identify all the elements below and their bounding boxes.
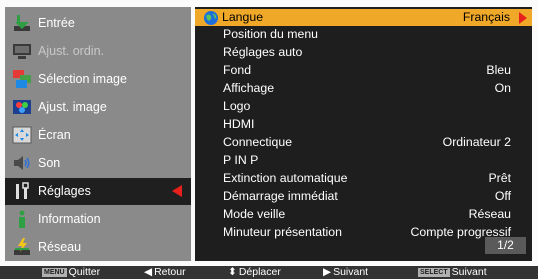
sidebar-item-information[interactable]: Information bbox=[5, 206, 191, 233]
menu-row-label: Minuteur présentation bbox=[223, 225, 342, 239]
menu-row-label: Logo bbox=[223, 99, 251, 113]
menu-row-value: Prêt bbox=[488, 171, 511, 185]
sidebar-item-ajust-ordin[interactable]: Ajust. ordin. bbox=[5, 38, 191, 65]
up-down-arrow-icon: ⬍ bbox=[228, 266, 237, 278]
menu-row-reglages-auto[interactable]: Réglages auto bbox=[195, 44, 532, 61]
select-key-icon: SELECT bbox=[418, 268, 450, 277]
menu-row-value: Ordinateur 2 bbox=[442, 135, 511, 149]
footer-select-next: SELECT Suivant bbox=[418, 266, 487, 278]
menu-row-label: Position du menu bbox=[223, 27, 319, 41]
menu-row-logo[interactable]: Logo bbox=[195, 98, 532, 115]
menu-row-label: Extinction automatique bbox=[223, 171, 348, 185]
menu-row-value: Off bbox=[494, 189, 511, 203]
menu-row-label: HDMI bbox=[223, 117, 255, 131]
menu-row-label: Connectique bbox=[223, 135, 293, 149]
menu-row-p-in-p[interactable]: P IN P bbox=[195, 152, 532, 169]
menu-row-label: Mode veille bbox=[223, 207, 286, 221]
menu-row-label: Langue bbox=[222, 10, 264, 24]
menu-row-position-du-menu[interactable]: Position du menu bbox=[195, 26, 532, 43]
menu-row-label: Affichage bbox=[223, 81, 275, 95]
right-arrow-icon: ▶ bbox=[323, 266, 332, 278]
menu-row-hdmi[interactable]: HDMI bbox=[195, 116, 532, 133]
sidebar: Entrée Ajust. ordin. Sélection image Aju… bbox=[5, 7, 191, 261]
network-icon bbox=[14, 238, 30, 255]
footer-quit: MENU Quitter bbox=[42, 266, 101, 278]
settings-icon bbox=[16, 182, 29, 199]
menu-row-mode-veille[interactable]: Mode veille Réseau bbox=[195, 206, 532, 223]
screen-icon bbox=[12, 126, 32, 144]
image-adjust-icon bbox=[13, 100, 31, 114]
sidebar-item-son[interactable]: Son bbox=[5, 150, 191, 177]
menu-key-icon: MENU bbox=[42, 268, 67, 277]
menu-row-extinction-automatique[interactable]: Extinction automatique Prêt bbox=[195, 170, 532, 187]
settings-panel: Langue Français Position du menu Réglage… bbox=[195, 7, 532, 261]
menu-row-label: P IN P bbox=[223, 153, 259, 167]
globe-icon bbox=[204, 11, 218, 25]
menu-row-langue[interactable]: Langue Français bbox=[195, 9, 532, 26]
sidebar-item-entree[interactable]: Entrée bbox=[5, 10, 191, 37]
footer-help-bar: MENU Quitter ◀ Retour ⬍ Déplacer ▶ Suivant S… bbox=[0, 266, 538, 279]
footer-move: ⬍ Déplacer bbox=[228, 266, 281, 278]
sidebar-item-ajust-image[interactable]: Ajust. image bbox=[5, 94, 191, 121]
menu-row-fond[interactable]: Fond Bleu bbox=[195, 62, 532, 79]
menu-row-value: On bbox=[494, 81, 511, 95]
menu-row-value: Bleu bbox=[486, 63, 511, 77]
footer-next: ▶ Suivant bbox=[323, 266, 369, 278]
menu-row-value: Français bbox=[462, 10, 510, 24]
right-arrow-icon[interactable] bbox=[519, 12, 527, 24]
menu-row-label: Fond bbox=[223, 63, 252, 77]
projector-osd-menu: Entrée Ajust. ordin. Sélection image Aju… bbox=[0, 0, 538, 279]
page-indicator: 1/2 bbox=[485, 237, 526, 254]
info-icon bbox=[19, 210, 25, 228]
menu-row-label: Réglages auto bbox=[223, 45, 303, 59]
speaker-icon bbox=[14, 156, 30, 170]
image-select-icon bbox=[13, 70, 31, 88]
left-arrow-icon: ◀ bbox=[144, 266, 153, 278]
computer-adjust-icon bbox=[13, 44, 31, 59]
menu-row-label: Démarrage immédiat bbox=[223, 189, 338, 203]
active-pointer-arrow-icon bbox=[172, 185, 182, 197]
sidebar-item-reseau[interactable]: Réseau bbox=[5, 234, 191, 261]
menu-row-connectique[interactable]: Connectique Ordinateur 2 bbox=[195, 134, 532, 151]
sidebar-item-selection-image[interactable]: Sélection image bbox=[5, 66, 191, 93]
sidebar-item-ecran[interactable]: Écran bbox=[5, 122, 191, 149]
sidebar-item-reglages[interactable]: Réglages bbox=[5, 178, 191, 205]
input-icon bbox=[14, 15, 30, 31]
menu-row-minuteur-presentation[interactable]: Minuteur présentation Compte progressif bbox=[195, 224, 532, 241]
menu-row-affichage[interactable]: Affichage On bbox=[195, 80, 532, 97]
footer-back: ◀ Retour bbox=[144, 266, 186, 278]
menu-row-value: Réseau bbox=[468, 207, 511, 221]
menu-row-demarrage-immediat[interactable]: Démarrage immédiat Off bbox=[195, 188, 532, 205]
